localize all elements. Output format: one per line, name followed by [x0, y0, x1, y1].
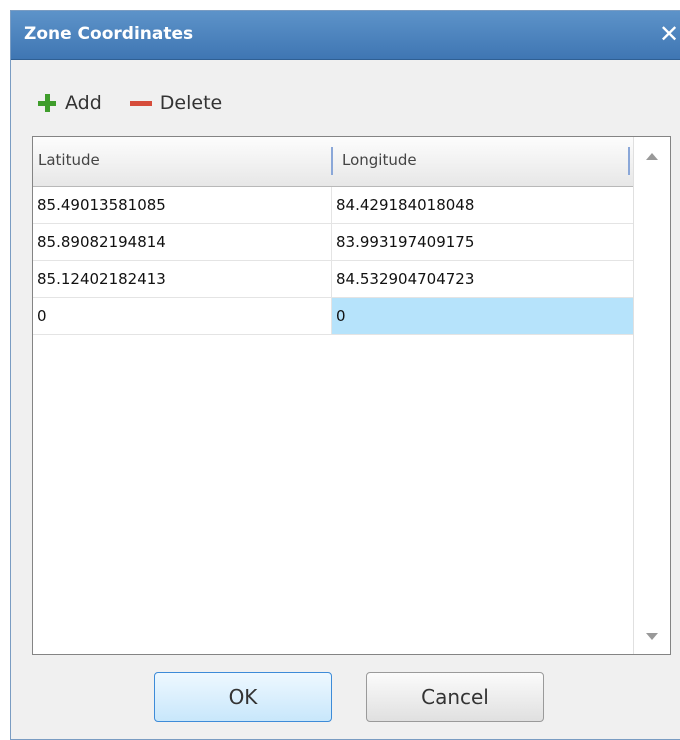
longitude-cell[interactable]: 84.532904704723 [332, 261, 634, 297]
dialog-title: Zone Coordinates [24, 24, 194, 44]
longitude-header[interactable]: Longitude [342, 151, 417, 169]
vertical-scrollbar[interactable] [633, 137, 670, 654]
title-bar: Zone Coordinates ✕ [11, 11, 680, 60]
table-row[interactable]: 0 0 [33, 298, 634, 335]
close-icon[interactable]: ✕ [656, 20, 680, 48]
selected-longitude-cell[interactable]: 0 [332, 298, 634, 334]
latitude-header[interactable]: Latitude [38, 151, 100, 169]
scroll-down-icon[interactable] [646, 633, 658, 640]
delete-button[interactable]: Delete [129, 92, 223, 114]
longitude-cell[interactable]: 83.993197409175 [332, 224, 634, 260]
longitude-cell[interactable]: 84.429184018048 [332, 187, 634, 223]
column-separator[interactable] [331, 147, 333, 175]
latitude-cell[interactable]: 85.89082194814 [33, 224, 332, 260]
table-row[interactable]: 85.49013581085 84.429184018048 [33, 187, 634, 224]
table-row[interactable]: 85.12402182413 84.532904704723 [33, 261, 634, 298]
toolbar: Add Delete [37, 91, 222, 115]
plus-icon [37, 93, 57, 113]
column-separator-end[interactable] [628, 147, 630, 175]
table-body: 85.49013581085 84.429184018048 85.890821… [33, 187, 634, 335]
latitude-cell[interactable]: 85.49013581085 [33, 187, 332, 223]
ok-button[interactable]: OK [154, 672, 332, 722]
table-row[interactable]: 85.89082194814 83.993197409175 [33, 224, 634, 261]
delete-label: Delete [159, 92, 223, 114]
scroll-up-icon[interactable] [646, 153, 658, 160]
table-header: Latitude Longitude [33, 137, 634, 187]
zone-coordinates-dialog: Zone Coordinates ✕ Add Delete Latitude L… [10, 10, 680, 740]
minus-icon [129, 100, 152, 106]
add-button[interactable]: Add [37, 92, 102, 114]
latitude-cell[interactable]: 85.12402182413 [33, 261, 332, 297]
latitude-cell[interactable]: 0 [33, 298, 332, 334]
coordinates-table[interactable]: Latitude Longitude 85.49013581085 84.429… [32, 136, 671, 655]
add-label: Add [65, 92, 102, 114]
cancel-button[interactable]: Cancel [366, 672, 544, 722]
